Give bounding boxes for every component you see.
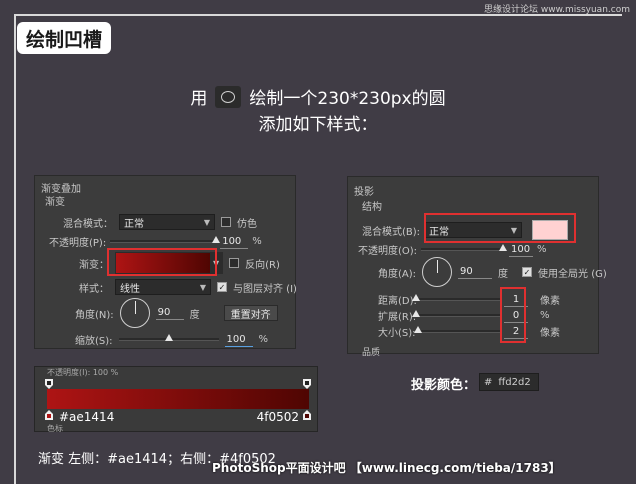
style-value: 线性 (120, 283, 140, 295)
align-layer-checkbox[interactable]: ✓ (217, 282, 227, 292)
shadow-opacity-slider[interactable] (421, 244, 508, 251)
size-label: 大小(S): (378, 328, 416, 339)
shadow-blend-label: 混合模式(B): (362, 226, 421, 238)
gradient-angle-input[interactable]: 90 (155, 306, 184, 320)
gradient-left-hex: #ae1414 (59, 410, 115, 424)
reverse-label: 反向(R) (245, 259, 280, 271)
gradient-highlight (107, 248, 217, 276)
gradient-overlay-panel: 渐变叠加 渐变 混合模式： 正常 ▼ 仿色 不透明度(P): 100 % 渐变：… (34, 175, 297, 349)
chevron-down-icon: ▼ (199, 282, 206, 292)
shadow-color-label: 投影颜色： (411, 378, 477, 393)
gradient-blend-select[interactable]: 正常 ▼ (119, 214, 215, 230)
intro-prefix: 用 (190, 89, 208, 109)
distance-unit: 像素 (540, 296, 560, 307)
scale-input[interactable]: 100 (224, 333, 253, 347)
drop-shadow-panel: 投影 结构 混合模式(B): 正常 ▼ 不透明度(O): 100 % 角度(A)… (347, 176, 607, 358)
hash-symbol: # (484, 376, 493, 388)
dither-checkbox[interactable] (221, 217, 231, 227)
shadow-color-hex-value: ffd2d2 (498, 376, 531, 388)
opacity-stop-right[interactable] (303, 379, 311, 389)
slider-thumb[interactable] (414, 326, 422, 333)
size-unit: 像素 (540, 328, 560, 339)
shadow-opacity-input[interactable]: 100 (509, 243, 534, 257)
shadow-color-hex-field[interactable]: # ffd2d2 (479, 373, 539, 391)
scale-slider[interactable] (118, 334, 219, 341)
gradient-opacity-slider[interactable] (110, 236, 221, 243)
shadow-angle-input[interactable]: 90 (458, 265, 493, 279)
style-select[interactable]: 线性 ▼ (115, 279, 211, 295)
gradient-angle-label: 角度(N): (75, 309, 114, 321)
intro-line-1: 用 绘制一个230*230px的圆 (0, 84, 636, 109)
gradient-editor-top-cut: 不透明度(I): 100 % (47, 368, 119, 377)
gradient-editor: 不透明度(I): 100 % #ae1414 4f0502 色标 (34, 366, 318, 433)
gradient-editor-bottom-cut: 色标 (47, 424, 63, 433)
ellipse-tool-icon (215, 85, 242, 108)
opacity-stop-left[interactable] (45, 379, 53, 389)
shadow-section-label: 结构 (362, 202, 382, 213)
slider-thumb[interactable] (164, 334, 173, 341)
shadow-angle-dial[interactable] (422, 257, 453, 287)
shadow-panel-header: 投影 (354, 187, 374, 198)
spread-slider[interactable] (412, 310, 500, 317)
gradient-right-hex: 4f0502 (256, 410, 299, 424)
gradient-bar[interactable] (47, 389, 309, 409)
size-slider[interactable] (414, 326, 500, 333)
shadow-opacity-label: 不透明度(O): (358, 246, 418, 257)
watermark-top: 思缘设计论坛 www.missyuan.com (484, 5, 630, 15)
gradient-angle-unit: 度 (189, 309, 200, 321)
slider-thumb[interactable] (412, 310, 420, 317)
shadow-blend-highlight (424, 213, 576, 243)
style-label: 样式： (79, 283, 109, 295)
scale-unit: % (258, 334, 269, 345)
spread-label: 扩展(R): (378, 312, 417, 323)
reverse-checkbox[interactable] (229, 258, 240, 268)
global-light-checkbox[interactable]: ✓ (522, 267, 533, 277)
global-light-label: 使用全局光 (G) (538, 268, 607, 280)
spread-unit: % (540, 310, 550, 321)
color-stop-left[interactable] (45, 410, 53, 420)
gradient-opacity-unit: % (252, 236, 262, 247)
distance-label: 距离(D): (378, 296, 417, 307)
dither-label: 仿色 (237, 218, 257, 230)
intro-suffix: 绘制一个230*230px的圆 (249, 89, 446, 109)
slider-thumb[interactable] (212, 236, 221, 243)
align-layer-label: 与图层对齐 (I) (233, 283, 297, 295)
gradient-section-label: 渐变 (45, 197, 65, 208)
gradient-opacity-input[interactable]: 100 (220, 235, 249, 249)
shadow-angle-unit: 度 (498, 268, 509, 280)
slider-thumb[interactable] (412, 294, 420, 301)
color-stop-right[interactable] (303, 410, 311, 420)
gradient-blend-label: 混合模式： (63, 218, 113, 230)
distance-slider[interactable] (412, 294, 500, 301)
scale-label: 缩放(S): (75, 336, 113, 347)
shadow-values-highlight (500, 287, 526, 343)
shadow-opacity-unit: % (537, 244, 547, 255)
shadow-angle-label: 角度(A): (378, 268, 417, 280)
footer-watermark: PhotoShop平面设计吧 【www.linecg.com/tieba/178… (212, 461, 561, 475)
page-title: 绘制凹槽 (17, 22, 111, 54)
gradient-blend-value: 正常 (124, 218, 144, 230)
reset-align-button[interactable]: 重置对齐 (223, 305, 278, 321)
chevron-down-icon: ▼ (203, 217, 210, 227)
intro-line-2: 添加如下样式： (258, 115, 378, 135)
gradient-angle-dial[interactable] (119, 298, 150, 328)
shadow-bottom-cut: 品质 (362, 348, 381, 358)
gradient-label: 渐变： (79, 259, 109, 271)
slider-thumb[interactable] (499, 244, 508, 251)
gradient-opacity-label: 不透明度(P): (49, 238, 107, 249)
